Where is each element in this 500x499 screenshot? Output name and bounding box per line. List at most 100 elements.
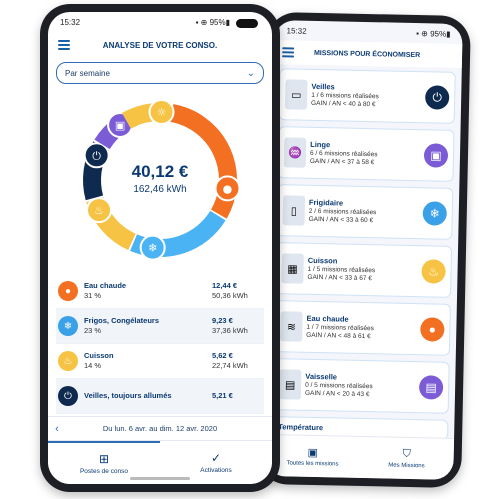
mission-card[interactable]: ▯ Frigidaire 2 / 6 missions réalisées GA… (276, 184, 454, 240)
period-select[interactable]: Par semaine ⌄ (56, 62, 264, 84)
shield-icon: ⛉ (402, 447, 411, 461)
page-title: MISSIONS POUR ÉCONOMISER (313, 49, 421, 59)
category-name: Eau chaude (84, 281, 127, 291)
category-euro: 9,23 € (212, 316, 233, 326)
calendar-icon: ▣ (307, 446, 319, 460)
mission-card[interactable]: ≋ Eau chaude 1 / 7 missions réalisées GA… (273, 300, 451, 356)
page-title: ANALYSE DE VOTRE CONSO. (102, 40, 218, 50)
tab-label: Mes Missions (388, 462, 425, 470)
camera (236, 19, 258, 28)
bottom-nav: ▣ Toutes les missions ⛉ Mes Missions (265, 433, 455, 480)
period-navigator: ‹ Du lun. 6 avr. au dim. 12 avr. 2020 (48, 416, 272, 440)
mission-gain: GAIN / AN < 20 à 43 € (304, 389, 370, 398)
flame-icon: ♨ (86, 197, 113, 224)
snowflake-icon: ❄ (139, 234, 166, 261)
status-icons: ▪ ⊕ 95%▮ (195, 17, 230, 27)
analysis-header: ANALYSE DE VOTRE CONSO. (48, 32, 272, 58)
category-text: Eau chaude 31 % (84, 281, 212, 301)
status-time: 15:32 (286, 25, 307, 36)
mission-card[interactable]: ▤ Vaisselle 0 / 5 missions réalisées GAI… (272, 358, 450, 414)
category-row[interactable]: ⏻ Veilles, toujours allumés 5,21 € (56, 379, 264, 414)
mission-text: Eau chaude 1 / 7 missions réalisées GAIN… (306, 314, 421, 342)
mission-text: Cuisson 1 / 5 missions réalisées GAIN / … (307, 256, 422, 284)
mission-gain: GAIN / AN < 33 à 60 € (308, 215, 374, 224)
svg-text:☼: ☼ (157, 106, 167, 119)
category-euro: 5,62 € (212, 351, 233, 361)
status-time: 15:32 (60, 17, 81, 27)
category-kwh: 22,74 kWh (212, 361, 248, 370)
category-values: 5,62 € 22,74 kWh (212, 351, 264, 371)
category-euro: 5,21 € (212, 391, 233, 401)
mission-gain: GAIN / AN < 48 à 61 € (306, 331, 371, 340)
phone-missions: 15:32 ▪ ⊕ 95%▮ MISSIONS POUR ÉCONOMISER … (257, 11, 471, 489)
donut-center: 40,12 € 162,46 kWh (48, 162, 272, 195)
chevron-down-icon: ⌄ (246, 67, 255, 79)
category-values: 12,44 € 50,36 kWh (212, 281, 264, 301)
home-indicator (130, 477, 190, 480)
dishwasher-icon: ▤ (278, 369, 302, 400)
svg-text:❄: ❄ (148, 242, 157, 255)
power-icon: ⏻ (424, 85, 450, 110)
snowflake-icon: ❄ (58, 316, 78, 336)
mission-card[interactable]: ♒ Linge 6 / 6 missions réalisées GAIN / … (277, 126, 455, 182)
mission-card[interactable]: ▦ Cuisson 1 / 5 missions réalisées GAIN … (275, 242, 453, 298)
mission-name: Température (278, 421, 324, 432)
bulb-icon: ☼ (148, 99, 175, 126)
tab-my-missions[interactable]: ⛉ Mes Missions (359, 437, 454, 480)
category-row[interactable]: ♨ Cuisson 14 % 5,62 € 22,74 kWh (56, 344, 264, 379)
flame-icon: ♨ (58, 351, 78, 371)
mission-text: Vaisselle 0 / 5 missions réalisées GAIN … (305, 372, 420, 400)
category-text: Veilles, toujours allumés (84, 391, 212, 401)
menu-icon[interactable] (58, 40, 70, 50)
category-row[interactable]: ❄ Frigos, Congélateurs 23 % 9,23 € 37,36… (56, 309, 264, 344)
category-name: Frigos, Congélateurs (84, 316, 160, 326)
total-amount: 40,12 € (131, 162, 189, 181)
category-row[interactable]: ● Eau chaude 31 % 12,44 € 50,36 kWh (56, 274, 264, 309)
snowflake-icon: ❄ (422, 201, 448, 226)
category-text: Cuisson 14 % (84, 351, 212, 371)
missions-screen: 15:32 ▪ ⊕ 95%▮ MISSIONS POUR ÉCONOMISER … (265, 20, 463, 480)
mission-gain: GAIN / AN < 33 à 67 € (307, 273, 372, 282)
category-list: ● Eau chaude 31 % 12,44 € 50,36 kWh ❄ Fr… (48, 274, 272, 414)
period-text: Du lun. 6 avr. au dim. 12 avr. 2020 (102, 424, 218, 433)
category-euro: 12,44 € (212, 281, 238, 291)
category-percent: 31 % (84, 291, 102, 300)
category-kwh: 37,36 kWh (212, 326, 248, 335)
tab-label: Activations (200, 467, 232, 474)
category-values: 5,21 € (212, 391, 264, 401)
total-kwh: 162,46 kWh (133, 184, 187, 195)
category-name: Veilles, toujours allumés (84, 391, 172, 401)
mission-card[interactable]: ▭ Veilles 1 / 6 missions réalisées GAIN … (278, 68, 456, 124)
menu-icon[interactable] (282, 47, 295, 58)
mission-text: Veilles 1 / 6 missions réalisées GAIN / … (311, 82, 426, 110)
mission-gain: GAIN / AN < 40 à 80 € (310, 99, 376, 108)
laundry-icon: ♒ (283, 137, 307, 168)
tv-icon: ▭ (284, 79, 308, 110)
tab-label: Postes de conso (79, 468, 129, 475)
mission-list: ▭ Veilles 1 / 6 missions réalisées GAIN … (266, 64, 462, 450)
analysis-screen: 15:32 ▪ ⊕ 95%▮ ANALYSE DE VOTRE CONSO. P… (48, 12, 272, 484)
dishwasher-icon: ▤ (418, 375, 444, 400)
grid-icon: ⊞ (98, 452, 110, 466)
category-text: Frigos, Congélateurs 23 % (84, 316, 212, 336)
mission-text: Frigidaire 2 / 6 missions réalisées GAIN… (309, 198, 424, 226)
water-icon: ≋ (280, 311, 303, 342)
drop-icon: ● (420, 317, 445, 342)
chevron-left-icon[interactable]: ‹ (48, 423, 66, 435)
category-percent: 23 % (84, 326, 102, 335)
power-icon: ⏻ (58, 386, 78, 406)
svg-text:▣: ▣ (115, 119, 125, 132)
consumption-donut: ● ❄ ♨ ⏻ ▣ ☼ 40,12 € 162,46 kWh (48, 84, 272, 274)
phone-analysis: 15:32 ▪ ⊕ 95%▮ ANALYSE DE VOTRE CONSO. P… (40, 4, 280, 492)
status-icons: ▪ ⊕ 95%▮ (416, 28, 451, 39)
mission-gain: GAIN / AN < 37 à 58 € (309, 157, 375, 166)
svg-text:♨: ♨ (94, 204, 104, 217)
category-percent: 14 % (84, 361, 102, 370)
check-icon: ✓ (210, 451, 222, 465)
category-values: 9,23 € 37,36 kWh (212, 316, 264, 336)
mission-text: Linge 6 / 6 missions réalisées GAIN / AN… (310, 140, 425, 168)
fridge-icon: ▯ (282, 195, 306, 226)
svg-text:⏻: ⏻ (92, 149, 101, 162)
oven-icon: ▦ (281, 253, 304, 284)
category-name: Cuisson (84, 351, 114, 361)
